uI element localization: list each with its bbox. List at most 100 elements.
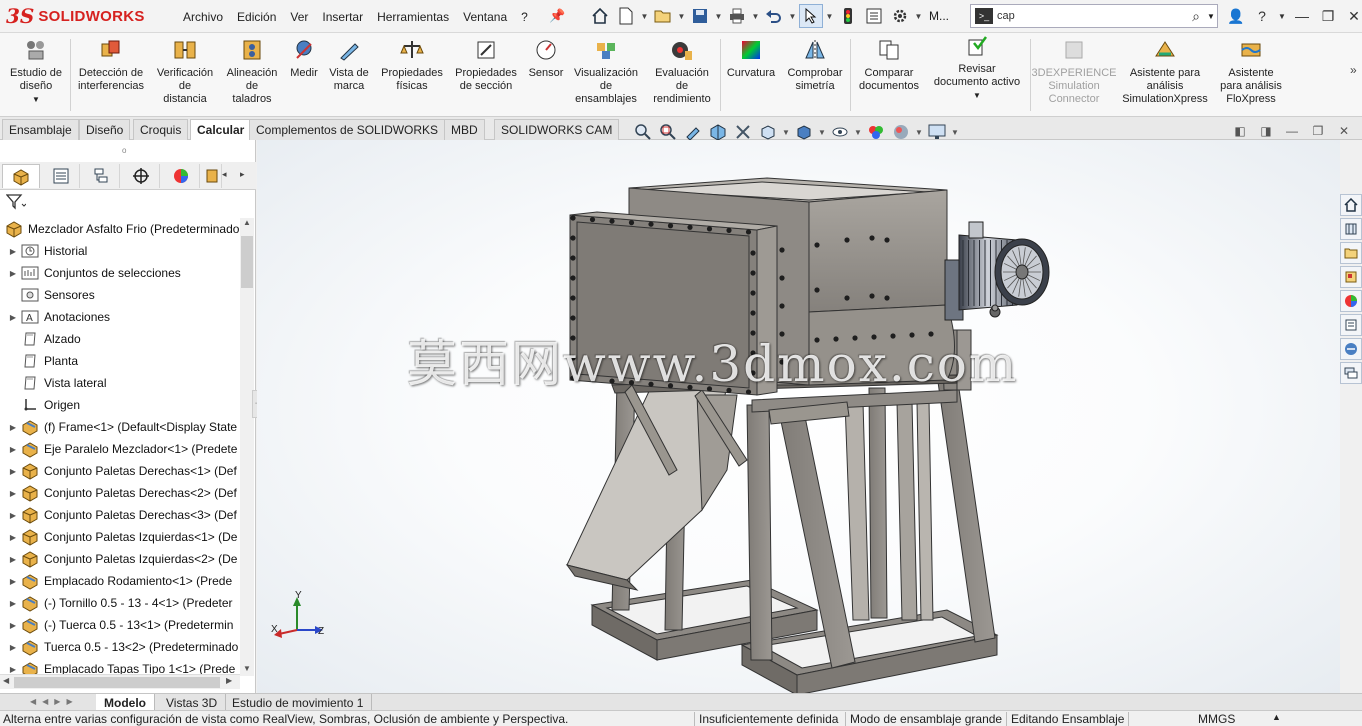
undo-icon[interactable]: [762, 4, 786, 28]
design-study-dropdown-icon[interactable]: ▼: [32, 93, 40, 106]
tab-diseno[interactable]: Diseño: [79, 119, 131, 140]
tab-croquis[interactable]: Croquis: [133, 119, 189, 140]
mass-properties-button[interactable]: Propiedades físicas: [376, 37, 448, 93]
filter-icon[interactable]: [5, 194, 27, 213]
print-dropdown-icon[interactable]: ▼: [751, 12, 760, 21]
save-dropdown-icon[interactable]: ▼: [714, 12, 723, 21]
open-dropdown-icon[interactable]: ▼: [677, 12, 686, 21]
viewport-restore-icon[interactable]: ❐: [1310, 124, 1326, 138]
select-dropdown-icon[interactable]: ▼: [825, 12, 834, 21]
tabs-scroll-right-icon[interactable]: ▸: [240, 169, 245, 180]
open-folder-icon[interactable]: [651, 4, 675, 28]
tree-item[interactable]: ▶ Conjunto Paletas Izquierdas<2> (De: [0, 548, 240, 570]
scroll-left-icon[interactable]: ◀: [3, 676, 9, 685]
tab-calcular[interactable]: Calcular: [190, 119, 252, 140]
restore-icon[interactable]: ❐: [1318, 8, 1338, 25]
view-palette-icon[interactable]: [1340, 266, 1362, 288]
community-chat-icon[interactable]: [1340, 362, 1362, 384]
propertymanager-tab-icon[interactable]: [42, 164, 80, 188]
status-units[interactable]: MMGS: [1198, 712, 1235, 726]
expand-arrow-icon[interactable]: ▶: [6, 423, 20, 432]
tab-vistas-3d[interactable]: Vistas 3D: [158, 694, 227, 711]
tree-item[interactable]: ▶ Conjunto Paletas Izquierdas<1> (De: [0, 526, 240, 548]
expand-arrow-icon[interactable]: ▶: [6, 445, 20, 454]
tree-item[interactable]: ▶ Historial: [0, 240, 240, 262]
performance-evaluation-button[interactable]: Evaluación de rendimiento: [646, 37, 718, 106]
panel-collapse-handle-icon[interactable]: o: [122, 146, 126, 155]
solidworks-forum-icon[interactable]: [1340, 338, 1362, 360]
tree-item[interactable]: ▶ Tuerca 0.5 - 13<2> (Predeterminado: [0, 636, 240, 658]
solidworks-resources-home-icon[interactable]: [1340, 194, 1362, 216]
apply-scene-dropdown-icon[interactable]: ▼: [915, 128, 923, 137]
tab-modelo[interactable]: Modelo: [96, 694, 155, 711]
symmetry-check-button[interactable]: Comprobar simetría: [782, 37, 848, 93]
menu-ver[interactable]: Ver: [283, 10, 315, 24]
hide-show-dropdown-icon[interactable]: ▼: [854, 128, 862, 137]
viewport-minimize-icon[interactable]: —: [1284, 124, 1300, 138]
tree-item[interactable]: ▶ Conjuntos de selecciones: [0, 262, 240, 284]
user-icon[interactable]: 👤: [1226, 8, 1246, 25]
menu-ventana[interactable]: Ventana: [456, 10, 514, 24]
file-explorer-icon[interactable]: [1340, 242, 1362, 264]
interference-detection-button[interactable]: Detección de interferencias: [74, 37, 148, 93]
viewport-tile-left-icon[interactable]: ◧: [1232, 124, 1248, 138]
expand-arrow-icon[interactable]: ▶: [6, 489, 20, 498]
tree-item[interactable]: ▶ A Anotaciones: [0, 306, 240, 328]
tab-solidworks-cam[interactable]: SOLIDWORKS CAM: [494, 119, 620, 140]
expand-arrow-icon[interactable]: ▶: [6, 577, 20, 586]
feature-tree-horizontal-scrollbar[interactable]: ◀ ▶: [0, 674, 240, 689]
horizontal-scroll-thumb[interactable]: [14, 677, 220, 688]
units-dropdown-icon[interactable]: ▲: [1272, 712, 1281, 722]
expand-arrow-icon[interactable]: ▶: [6, 665, 20, 674]
tree-item[interactable]: Vista lateral: [0, 372, 240, 394]
tree-item[interactable]: ▶ Conjunto Paletas Derechas<1> (Def: [0, 460, 240, 482]
tab-estudio-movimiento[interactable]: Estudio de movimiento 1: [224, 694, 373, 711]
expand-arrow-icon[interactable]: ▶: [6, 313, 20, 322]
expand-arrow-icon[interactable]: ▶: [6, 467, 20, 476]
search-input[interactable]: [997, 10, 1185, 22]
tree-item[interactable]: Sensores: [0, 284, 240, 306]
expand-arrow-icon[interactable]: ▶: [6, 511, 20, 520]
expand-arrow-icon[interactable]: ▶: [6, 269, 20, 278]
options-gear-icon[interactable]: [888, 4, 912, 28]
expand-arrow-icon[interactable]: ▶: [6, 533, 20, 542]
new-dropdown-icon[interactable]: ▼: [640, 12, 649, 21]
menu-herramientas[interactable]: Herramientas: [370, 10, 456, 24]
menu-edicion[interactable]: Edición: [230, 10, 283, 24]
tree-item[interactable]: Alzado: [0, 328, 240, 350]
viewport-tile-right-icon[interactable]: ◨: [1258, 124, 1274, 138]
tab-mbd[interactable]: MBD: [444, 119, 485, 140]
expand-arrow-icon[interactable]: ▶: [6, 643, 20, 652]
tree-item[interactable]: ▶ Conjunto Paletas Derechas<3> (Def: [0, 504, 240, 526]
hole-alignment-button[interactable]: Alineación de taladros: [222, 37, 282, 106]
expand-arrow-icon[interactable]: ▶: [6, 599, 20, 608]
assembly-visualization-button[interactable]: Visualización de ensamblajes: [570, 37, 642, 106]
tree-item[interactable]: ▶ (f) Frame<1> (Default<Display State: [0, 416, 240, 438]
select-cursor-icon[interactable]: [799, 4, 823, 28]
ribbon-overflow-icon[interactable]: »: [1350, 63, 1357, 77]
simulationxpress-button[interactable]: Asistente para análisis SimulationXpress: [1116, 37, 1214, 106]
measure-button[interactable]: Medir: [286, 37, 322, 80]
options-dropdown-icon[interactable]: ▼: [914, 12, 923, 21]
print-icon[interactable]: [725, 4, 749, 28]
menu-insertar[interactable]: Insertar: [315, 10, 370, 24]
curvature-button[interactable]: Curvatura: [724, 37, 778, 80]
tab-ensamblaje[interactable]: Ensamblaje: [2, 119, 79, 140]
search-commands-icon[interactable]: >_: [975, 8, 993, 24]
tabs-scroll-left-icon[interactable]: ◂: [222, 169, 227, 180]
featuremanager-tab-icon[interactable]: [2, 164, 40, 188]
expand-arrow-icon[interactable]: ▶: [6, 621, 20, 630]
floxpress-button[interactable]: Asistente para análisis FloXpress: [1216, 37, 1286, 106]
view-settings-dropdown-icon[interactable]: ▼: [951, 128, 959, 137]
graphics-area[interactable]: Y X Z 莫西网www.3dmox.com: [257, 140, 1340, 693]
compare-documents-button[interactable]: Comparar documentos: [854, 37, 924, 93]
tree-item[interactable]: ▶ Eje Paralelo Mezclador<1> (Predete: [0, 438, 240, 460]
appearances-scenes-icon[interactable]: [1340, 290, 1362, 312]
file-properties-icon[interactable]: [862, 4, 886, 28]
search-icon[interactable]: ⌕: [1185, 8, 1207, 25]
rebuild-traffic-light-icon[interactable]: [836, 4, 860, 28]
sensor-button[interactable]: Sensor: [526, 37, 566, 80]
solidworks-logo[interactable]: 3S SOLIDWORKS: [6, 3, 145, 29]
expand-arrow-icon[interactable]: ▶: [6, 247, 20, 256]
minimize-icon[interactable]: —: [1292, 8, 1312, 24]
